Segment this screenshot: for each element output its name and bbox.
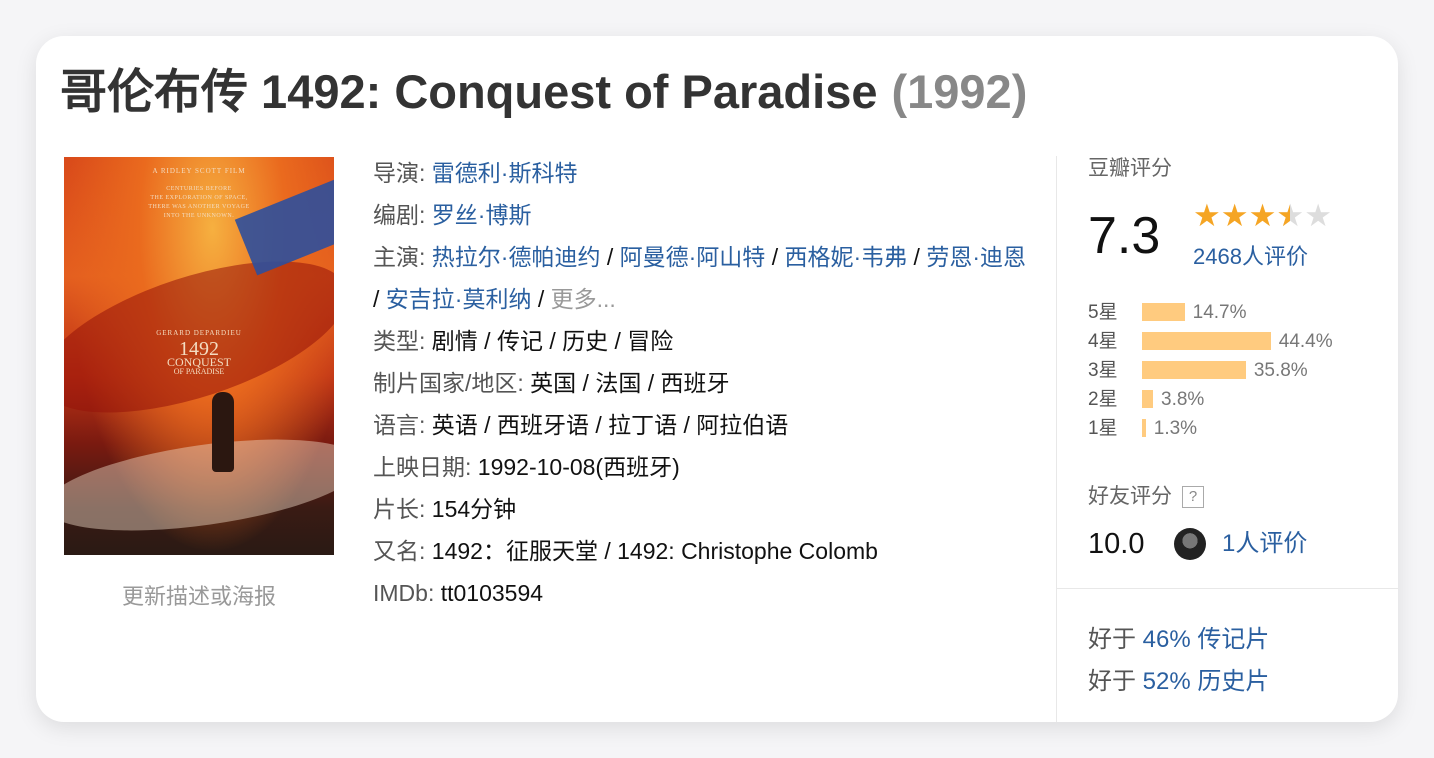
rating-bar: [1142, 303, 1185, 321]
cast-link[interactable]: 西格妮·韦弗: [784, 244, 907, 270]
rating-bar-label: 3星: [1088, 360, 1118, 381]
avatar[interactable]: [1174, 528, 1206, 560]
genre-row: 类型: 剧情 / 传记 / 历史 / 冒险: [373, 328, 674, 354]
language-row: 语言: 英语 / 西班牙语 / 拉丁语 / 阿拉伯语: [373, 412, 789, 438]
horizontal-divider: [1056, 588, 1398, 589]
language-value: 英语 / 西班牙语 / 拉丁语 / 阿拉伯语: [431, 412, 789, 438]
friends-score: 10.0: [1088, 528, 1145, 560]
release-row: 上映日期: 1992-10-08(西班牙): [373, 454, 680, 480]
poster-credit: A RIDLEY SCOTT FILM: [152, 167, 246, 175]
writer-row: 编剧: 罗丝·博斯: [373, 202, 532, 228]
better-than-link[interactable]: 52% 历史片: [1143, 668, 1270, 695]
rating-bar-percent: 44.4%: [1278, 331, 1333, 352]
aka-value: 1492：征服天堂 / 1492: Christophe Colomb: [431, 538, 878, 564]
rating-stars: ★★★★ ★: [1193, 198, 1332, 234]
rating-bar: [1142, 361, 1246, 379]
rating-bar-label: 1星: [1088, 418, 1118, 439]
star-icon: ★: [1248, 198, 1277, 233]
cast-link[interactable]: 热拉尔·德帕迪约: [432, 244, 601, 270]
cast-link[interactable]: 阿曼德·阿山特: [620, 244, 766, 270]
rating-bar-label: 2星: [1088, 389, 1118, 410]
rating-bar: [1142, 332, 1271, 350]
writer-link[interactable]: 罗丝·博斯: [432, 202, 532, 228]
poster-cloth: [64, 230, 334, 444]
rating-bar-percent: 35.8%: [1253, 360, 1308, 381]
rating-bar-row: 5星 14.7%: [1088, 298, 1388, 327]
star-icon: ★: [1220, 198, 1249, 233]
rating-bar: [1142, 419, 1146, 437]
release-value: 1992-10-08(西班牙): [477, 454, 680, 480]
director-link[interactable]: 雷德利·斯科特: [432, 160, 578, 186]
rating-bar-row: 1星 1.3%: [1088, 414, 1388, 443]
rating-score: 7.3: [1088, 207, 1161, 265]
update-poster-link[interactable]: 更新描述或海报: [64, 579, 334, 611]
star-icon: ★: [1276, 199, 1304, 234]
movie-year: (1992): [891, 65, 1028, 118]
imdb-row: IMDb: tt0103594: [373, 580, 544, 606]
movie-card: 哥伦布传 1492: Conquest of Paradise (1992) A …: [36, 36, 1398, 722]
rating-bar-percent: 14.7%: [1192, 302, 1247, 323]
movie-poster[interactable]: A RIDLEY SCOTT FILM CENTURIES BEFORE THE…: [64, 157, 334, 555]
poster-subtitle-2: OF PARADISE: [173, 367, 225, 376]
rating-bar-row: 4星 44.4%: [1088, 327, 1388, 356]
rating-bar: [1142, 390, 1154, 408]
poster-wave: [64, 423, 334, 547]
cast-more-link[interactable]: 更多...: [551, 286, 616, 312]
better-than-row: 好于 46% 传记片: [1088, 626, 1270, 653]
imdb-value: tt0103594: [440, 580, 544, 606]
director-row: 导演: 雷德利·斯科特: [373, 160, 578, 186]
poster-tagline: CENTURIES BEFORE THE EXPLORATION OF SPAC…: [148, 186, 250, 219]
star-icon: ★: [1193, 198, 1221, 233]
better-than-link[interactable]: 46% 传记片: [1143, 626, 1270, 653]
page-title: 哥伦布传 1492: Conquest of Paradise (1992): [60, 62, 1027, 122]
friends-votes-link[interactable]: 1人评价: [1222, 524, 1307, 564]
cast-link[interactable]: 安吉拉·莫利纳: [386, 286, 532, 312]
friends-rating-header: 好友评分?: [1088, 480, 1204, 510]
better-than-row: 好于 52% 历史片: [1088, 668, 1270, 695]
rating-bar-label: 5星: [1088, 302, 1118, 323]
vertical-divider: [1056, 156, 1057, 722]
movie-info: 导演: 雷德利·斯科特 编剧: 罗丝·博斯 主演: 热拉尔·德帕迪约 / 阿曼德…: [373, 152, 1033, 614]
star-icon: ★: [1304, 198, 1332, 233]
cast-row: 主演: 热拉尔·德帕迪约 / 阿曼德·阿山特 / 西格妮·韦弗 / 劳恩·迪恩 …: [373, 244, 1026, 312]
movie-title: 哥伦布传 1492: Conquest of Paradise: [60, 65, 878, 118]
runtime-value: 154分钟: [431, 496, 517, 522]
rating-header: 豆瓣评分: [1088, 157, 1172, 180]
country-row: 制片国家/地区: 英国 / 法国 / 西班牙: [373, 370, 730, 396]
runtime-row: 片长: 154分钟: [373, 496, 517, 522]
genre-value: 剧情 / 传记 / 历史 / 冒险: [431, 328, 674, 354]
poster-actor: GERARD DEPARDIEU: [156, 329, 242, 337]
rating-bar-percent: 1.3%: [1153, 418, 1198, 439]
aka-row: 又名: 1492：征服天堂 / 1492: Christophe Colomb: [373, 538, 878, 564]
rating-votes-link[interactable]: 2468人评价: [1193, 239, 1308, 271]
rating-bar-label: 4星: [1088, 331, 1118, 352]
rating-bar-row: 3星 35.8%: [1088, 356, 1388, 385]
cast-link[interactable]: 劳恩·迪恩: [926, 244, 1026, 270]
rating-bar-row: 2星 3.8%: [1088, 385, 1388, 414]
country-value: 英国 / 法国 / 西班牙: [530, 370, 730, 396]
help-icon[interactable]: ?: [1182, 486, 1204, 508]
poster-figure: [212, 392, 234, 472]
rating-bar-percent: 3.8%: [1161, 389, 1205, 410]
